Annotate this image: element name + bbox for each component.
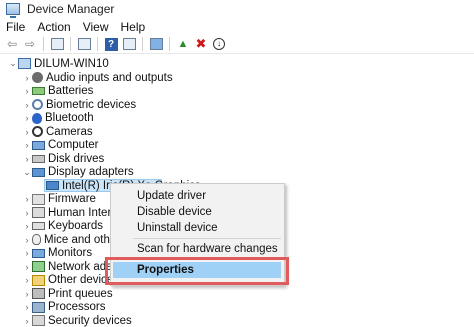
expand-chevron-icon[interactable]: › <box>22 221 32 231</box>
tree-item-security-devices[interactable]: › Security devices <box>22 314 132 327</box>
tree-item-bluetooth[interactable]: › Bluetooth <box>22 112 94 125</box>
download-icon[interactable]: ↓ <box>211 36 227 52</box>
tree-item-audio[interactable]: › Audio inputs and outputs <box>22 71 173 84</box>
menu-action[interactable]: Action <box>31 20 76 34</box>
expand-chevron-icon[interactable]: › <box>22 100 32 110</box>
network-icon <box>32 261 45 273</box>
expand-chevron-icon[interactable]: › <box>22 289 32 299</box>
tree-item-label: Bluetooth <box>45 112 94 125</box>
speaker-icon <box>32 72 43 84</box>
expand-chevron-icon[interactable]: › <box>22 208 32 218</box>
annotation-highlight-box <box>105 257 289 285</box>
tree-item-print-queues[interactable]: › Print queues <box>22 287 113 300</box>
toolbar-separator <box>43 37 44 51</box>
bluetooth-icon <box>32 112 42 124</box>
tree-item-display-adapters[interactable]: ⌄ Display adapters <box>22 166 134 179</box>
expand-chevron-icon[interactable]: › <box>22 127 32 137</box>
disk-drive-icon <box>32 154 45 163</box>
tree-item-label: Computer <box>48 139 99 152</box>
window-title: Device Manager <box>27 2 115 16</box>
tree-item-label: Firmware <box>48 193 96 206</box>
tree-item-biometric[interactable]: › Biometric devices <box>22 98 137 111</box>
toolbar-separator <box>169 37 170 51</box>
back-arrow-icon[interactable]: ⇦ <box>4 36 20 52</box>
tree-item-cameras[interactable]: › Cameras <box>22 125 93 138</box>
tree-item-label: Disk drives <box>48 152 105 165</box>
expand-chevron-icon[interactable]: › <box>22 86 32 96</box>
expand-chevron-icon[interactable]: › <box>22 194 32 204</box>
fingerprint-icon <box>32 99 43 111</box>
toolbar: ⇦ ⇨ ? ▲ ✖ ↓ <box>0 35 474 54</box>
toolbar-separator <box>70 37 71 51</box>
menu-item-disable-device[interactable]: Disable device <box>111 204 284 219</box>
menu-help[interactable]: Help <box>115 20 152 34</box>
tree-item-label: Batteries <box>48 85 94 98</box>
forward-arrow-icon[interactable]: ⇨ <box>22 36 38 52</box>
camera-icon <box>32 126 43 138</box>
tree-item-monitors[interactable]: › Monitors <box>22 247 93 260</box>
tree-item-computer[interactable]: › Computer <box>22 139 99 152</box>
tree-item-label: Keyboards <box>48 220 103 233</box>
computer-icon <box>18 58 31 70</box>
firmware-icon <box>32 193 45 205</box>
monitor-icon <box>32 248 45 258</box>
expand-chevron-icon[interactable]: › <box>22 316 32 326</box>
expand-chevron-icon[interactable]: › <box>22 302 32 312</box>
tree-item-label: Print queues <box>48 287 113 300</box>
view-icon[interactable] <box>121 36 137 52</box>
keyboard-icon <box>32 222 45 231</box>
tree-item-label: Audio inputs and outputs <box>46 71 173 84</box>
battery-icon <box>32 87 45 96</box>
warning-icon <box>32 274 45 286</box>
collapse-chevron-icon[interactable]: ⌄ <box>8 58 18 69</box>
tree-item-label: Monitors <box>48 247 93 260</box>
tree-item-batteries[interactable]: › Batteries <box>22 85 94 98</box>
tree-item-label: Cameras <box>46 125 93 138</box>
monitor-icon[interactable] <box>148 36 164 52</box>
tree-item-keyboards[interactable]: › Keyboards <box>22 220 103 233</box>
collapse-chevron-icon[interactable]: ⌄ <box>22 167 32 178</box>
tree-item-label: Processors <box>48 301 106 314</box>
toolbar-separator <box>97 37 98 51</box>
menu-view[interactable]: View <box>77 20 115 34</box>
menu-item-uninstall-device[interactable]: Uninstall device <box>111 220 284 235</box>
expand-chevron-icon[interactable]: › <box>22 275 32 285</box>
uninstall-icon[interactable]: ✖ <box>193 36 209 52</box>
show-hidden-icon[interactable] <box>76 36 92 52</box>
tree-item-firmware[interactable]: › Firmware <box>22 193 96 206</box>
tree-root[interactable]: ⌄ DILUM-WIN10 <box>8 57 109 70</box>
device-manager-app-icon <box>6 3 20 18</box>
menu-item-update-driver[interactable]: Update driver <box>111 188 284 203</box>
printer-icon <box>32 288 45 300</box>
help-icon[interactable]: ? <box>103 36 119 52</box>
expand-chevron-icon[interactable]: › <box>22 262 32 272</box>
tree-root-label: DILUM-WIN10 <box>34 57 109 70</box>
tree-item-label: Biometric devices <box>46 98 137 111</box>
hid-icon <box>32 207 45 219</box>
display-adapter-icon <box>46 181 59 191</box>
menu-item-scan-hardware[interactable]: Scan for hardware changes <box>111 241 284 256</box>
menu-file[interactable]: File <box>0 20 31 34</box>
mouse-icon <box>32 234 41 246</box>
processor-icon <box>32 301 45 313</box>
expand-chevron-icon[interactable]: › <box>22 248 32 258</box>
properties-icon[interactable] <box>49 36 65 52</box>
display-adapter-icon <box>32 167 45 177</box>
update-driver-icon[interactable]: ▲ <box>175 36 191 52</box>
tree-item-processors[interactable]: › Processors <box>22 301 106 314</box>
menu-bar: File Action View Help <box>0 18 474 35</box>
expand-chevron-icon[interactable]: › <box>22 235 32 245</box>
title-bar: Device Manager <box>0 0 474 18</box>
expand-chevron-icon[interactable]: › <box>22 140 32 150</box>
tree-item-disk-drives[interactable]: › Disk drives <box>22 152 105 165</box>
expand-chevron-icon[interactable]: › <box>22 113 32 123</box>
computer-icon <box>32 140 45 150</box>
toolbar-separator <box>142 37 143 51</box>
tree-item-label: Display adapters <box>48 166 134 179</box>
menu-separator <box>133 238 281 239</box>
tree-item-label: Security devices <box>48 314 132 327</box>
expand-chevron-icon[interactable]: › <box>22 73 32 83</box>
expand-chevron-icon[interactable]: › <box>22 154 32 164</box>
security-device-icon <box>32 315 45 327</box>
